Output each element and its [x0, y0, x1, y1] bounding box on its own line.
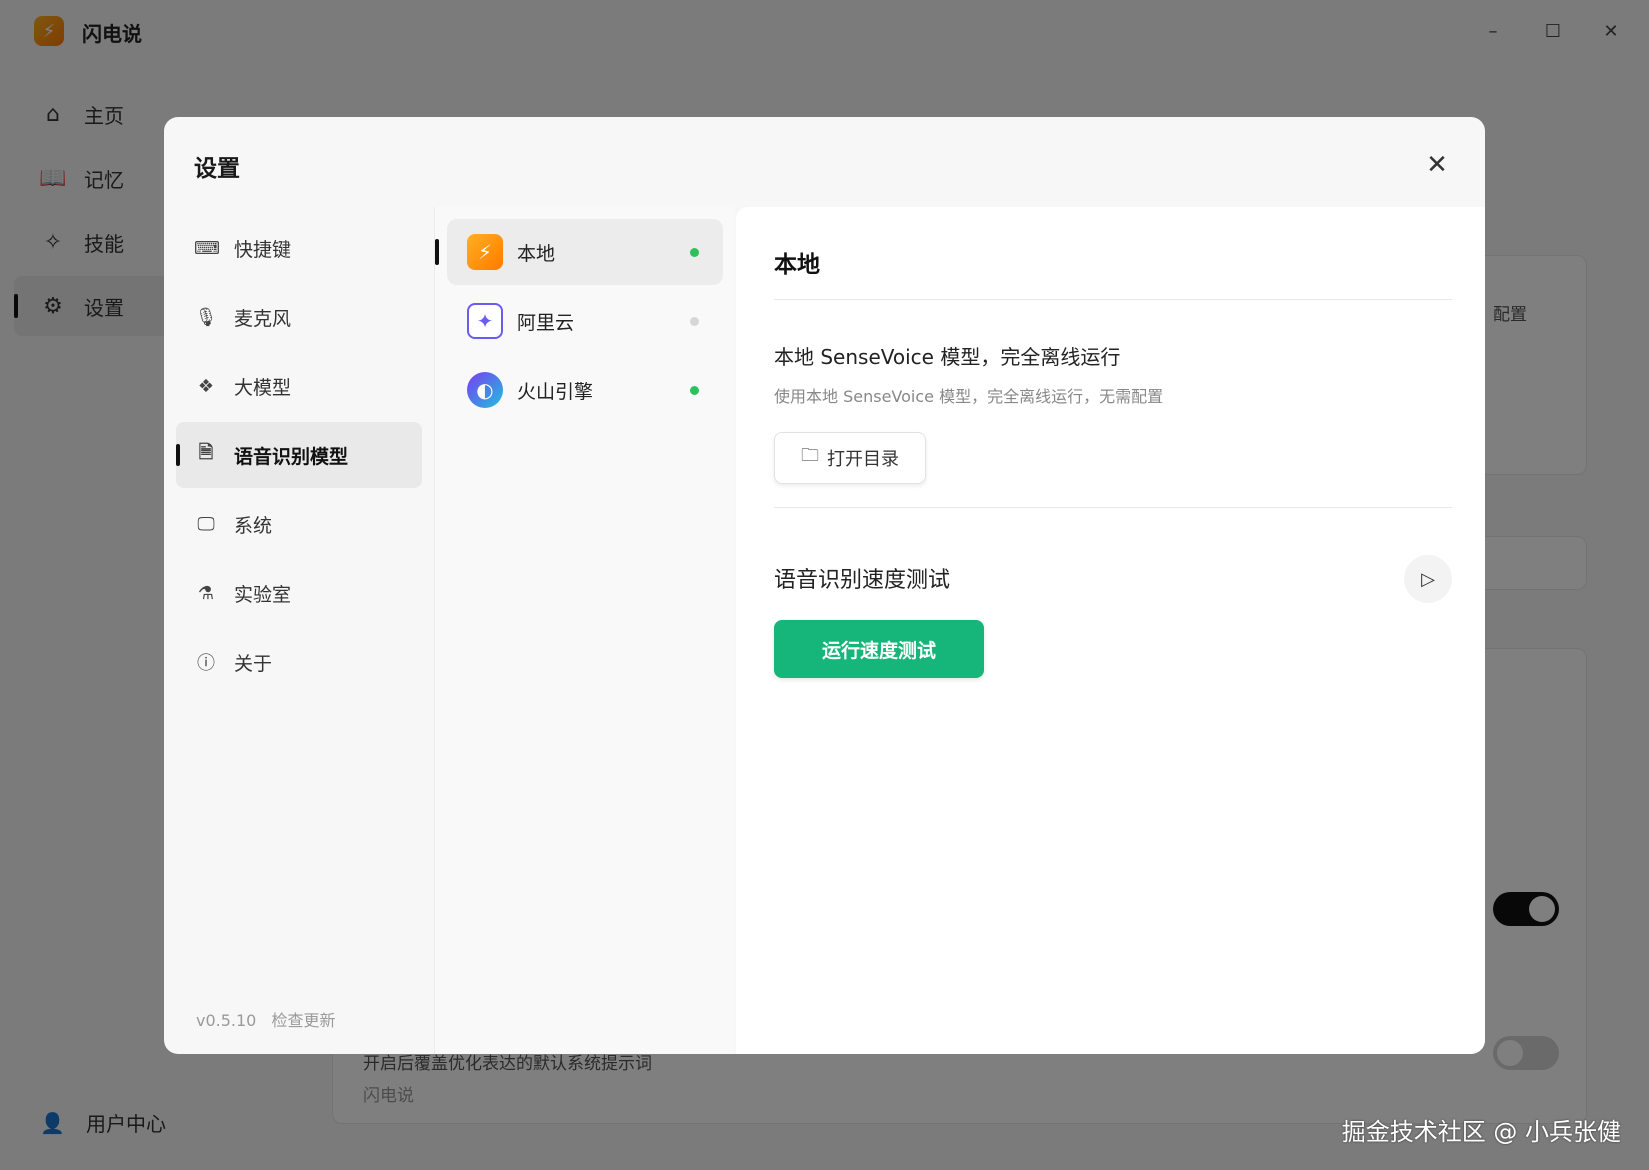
info-icon: ⓘ: [197, 653, 215, 674]
document-icon: 🗎: [198, 442, 214, 463]
divider: [774, 507, 1452, 508]
settings-nav-label: 关于: [234, 652, 273, 675]
detail-heading: 本地: [774, 252, 820, 278]
play-button[interactable]: ▷: [1404, 555, 1452, 603]
version-number: v0.5.10: [196, 1011, 257, 1030]
provider-label: 阿里云: [517, 311, 575, 334]
settings-nav-asr[interactable]: 🗎 语音识别模型: [176, 422, 422, 488]
provider-label: 本地: [517, 242, 556, 265]
keyboard-icon: ⌨: [194, 237, 220, 259]
settings-nav-microphone[interactable]: 🎙 麦克风: [176, 284, 422, 350]
modal-title: 设置: [194, 156, 240, 182]
provider-aliyun[interactable]: ✦ 阿里云: [447, 288, 723, 354]
status-dot: [690, 316, 699, 326]
cubes-icon: ❖: [197, 375, 215, 397]
settings-nav-label: 语音识别模型: [234, 445, 349, 468]
settings-nav-system[interactable]: 🖵 系统: [176, 491, 422, 557]
divider: [774, 299, 1452, 300]
volcengine-icon: ◐: [467, 372, 503, 408]
settings-sidebar: ⌨ 快捷键 🎙 麦克风 ❖ 大模型 🗎 语音识别模型 🖵 系统 ⚗ 实验室 ⓘ 关于: [176, 215, 422, 698]
settings-nav-label: 大模型: [234, 376, 292, 399]
check-update-link[interactable]: 检查更新: [271, 1011, 335, 1030]
play-icon: ▷: [1421, 568, 1435, 590]
microphone-icon: 🎙: [194, 306, 218, 328]
settings-modal: 设置 ✕ ⌨ 快捷键 🎙 麦克风 ❖ 大模型 🗎 语音识别模型 🖵 系统 ⚗ 实验室 ⓘ 关于…: [164, 117, 1485, 1054]
folder-icon: 🗀: [801, 445, 819, 466]
model-title: 本地 SenseVoice 模型，完全离线运行: [774, 345, 1121, 369]
aliyun-icon: ✦: [467, 303, 503, 339]
settings-nav-shortcuts[interactable]: ⌨ 快捷键: [176, 215, 422, 281]
settings-nav-label: 系统: [234, 514, 273, 537]
status-dot: [690, 385, 699, 395]
settings-nav-label: 实验室: [234, 583, 292, 606]
watermark: 掘金技术社区 @ 小兵张健: [1341, 1118, 1621, 1146]
settings-nav-about[interactable]: ⓘ 关于: [176, 629, 422, 695]
settings-nav-llm[interactable]: ❖ 大模型: [176, 353, 422, 419]
settings-nav-lab[interactable]: ⚗ 实验室: [176, 560, 422, 626]
settings-nav-label: 快捷键: [234, 238, 292, 261]
local-lightning-icon: ⚡: [467, 234, 503, 270]
provider-list: ⚡ 本地 ✦ 阿里云 ◐ 火山引擎: [435, 207, 735, 1054]
settings-nav-label: 麦克风: [234, 307, 292, 330]
provider-volcengine[interactable]: ◐ 火山引擎: [447, 357, 723, 423]
provider-local[interactable]: ⚡ 本地: [435, 219, 723, 285]
version-info: v0.5.10 检查更新: [196, 1007, 345, 1031]
model-description: 使用本地 SenseVoice 模型，完全离线运行，无需配置: [774, 387, 1164, 406]
open-directory-label: 打开目录: [827, 449, 899, 470]
run-speed-test-button[interactable]: 运行速度测试: [774, 620, 984, 678]
provider-label: 火山引擎: [517, 380, 594, 403]
open-directory-button[interactable]: 🗀 打开目录: [774, 432, 926, 484]
modal-close-button[interactable]: ✕: [1419, 147, 1455, 183]
flask-icon: ⚗: [197, 582, 215, 604]
provider-detail: 本地 本地 SenseVoice 模型，完全离线运行 使用本地 SenseVoi…: [736, 207, 1485, 1054]
monitor-icon: 🖵: [197, 513, 215, 535]
speed-test-title: 语音识别速度测试: [774, 568, 951, 593]
status-dot: [690, 247, 699, 257]
